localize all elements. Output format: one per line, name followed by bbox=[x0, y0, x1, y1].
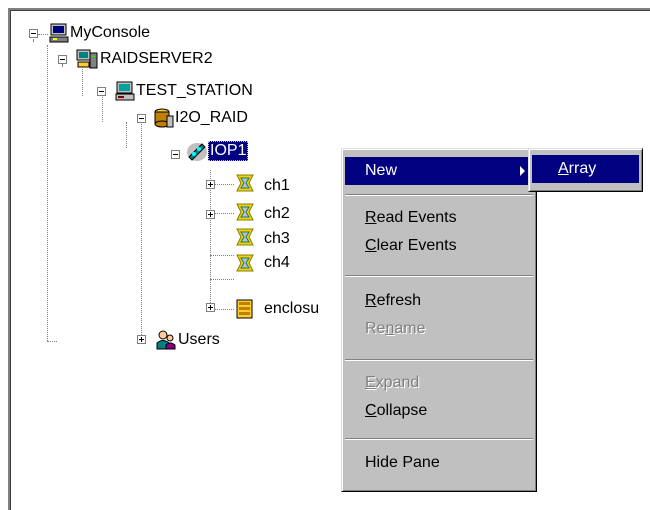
enclosure-icon bbox=[236, 299, 253, 319]
menu-separator bbox=[345, 275, 533, 277]
tree-line bbox=[210, 255, 234, 256]
expand-ch1-toggle[interactable] bbox=[206, 180, 215, 189]
tree-line bbox=[47, 45, 48, 341]
tree-line bbox=[141, 124, 142, 339]
menu-item-expand: Expand bbox=[365, 374, 420, 391]
expand-users-toggle[interactable] bbox=[137, 335, 146, 344]
menu-item-hide-pane[interactable]: Hide Pane bbox=[345, 449, 533, 477]
expand-enclosure-toggle[interactable] bbox=[206, 303, 215, 312]
menu-separator bbox=[345, 359, 533, 361]
tree-node-i2o-raid[interactable]: I2O_RAID bbox=[173, 107, 250, 129]
submenu-new: Array bbox=[528, 148, 643, 192]
tree-line bbox=[82, 69, 83, 96]
tree-node-myconsole[interactable]: MyConsole bbox=[68, 22, 152, 44]
raid-controller-icon bbox=[154, 108, 174, 128]
menu-item-rename: Rename bbox=[365, 320, 426, 337]
context-menu: New Read Events Clear Events Refresh Ren… bbox=[341, 148, 537, 492]
channel-connector-icon bbox=[236, 203, 254, 221]
workstation-icon bbox=[115, 81, 135, 101]
channel-connector-icon bbox=[236, 228, 254, 246]
collapse-iop-toggle[interactable] bbox=[171, 150, 180, 159]
tree-node-ch1[interactable]: ch1 bbox=[262, 175, 292, 197]
menu-separator bbox=[345, 194, 533, 196]
tree-line bbox=[38, 34, 48, 35]
channel-connector-icon bbox=[236, 254, 254, 272]
collapse-root-toggle[interactable] bbox=[29, 29, 38, 38]
channel-connector-icon bbox=[236, 174, 254, 192]
tree-node-ch4[interactable]: ch4 bbox=[262, 252, 292, 274]
tree-node-ch2[interactable]: ch2 bbox=[262, 203, 292, 225]
tree-node-enclosure[interactable]: enclosu bbox=[262, 298, 345, 320]
menu-item-collapse[interactable]: Collapse bbox=[345, 397, 533, 425]
menu-item-new-label: New bbox=[365, 162, 398, 179]
tree-line bbox=[210, 170, 211, 309]
console-computer-icon bbox=[49, 23, 69, 43]
collapse-raid-toggle[interactable] bbox=[137, 114, 146, 123]
tree-pane-inner bbox=[10, 10, 650, 510]
tree-pane[interactable] bbox=[8, 8, 650, 510]
menu-item-read-events[interactable]: Read Events bbox=[345, 204, 533, 232]
users-icon bbox=[156, 330, 176, 350]
tree-line bbox=[47, 341, 57, 342]
submenu-arrow-icon bbox=[520, 166, 525, 176]
tree-node-test-station[interactable]: TEST_STATION bbox=[134, 80, 255, 102]
tree-line bbox=[33, 39, 34, 41]
iop-processor-icon bbox=[187, 143, 207, 161]
tree-node-ch3[interactable]: ch3 bbox=[262, 228, 292, 250]
tree-line bbox=[62, 64, 63, 66]
tree-node-users[interactable]: Users bbox=[176, 329, 222, 351]
collapse-server-toggle[interactable] bbox=[58, 55, 67, 64]
collapse-station-toggle[interactable] bbox=[97, 87, 106, 96]
tree-line bbox=[126, 122, 127, 148]
submenu-item-array[interactable]: Array bbox=[532, 155, 639, 183]
tree-line bbox=[102, 97, 103, 122]
menu-item-new[interactable]: New bbox=[345, 157, 533, 185]
menu-separator bbox=[345, 438, 533, 440]
tree-node-iop1[interactable]: IOP1 bbox=[208, 141, 249, 161]
tree-line bbox=[210, 279, 234, 280]
expand-ch2-toggle[interactable] bbox=[206, 210, 215, 219]
menu-item-clear-events[interactable]: Clear Events bbox=[345, 232, 533, 260]
server-icon bbox=[76, 49, 98, 69]
tree-node-raidserver2[interactable]: RAIDSERVER2 bbox=[98, 48, 215, 70]
menu-item-refresh[interactable]: Refresh bbox=[345, 287, 533, 315]
